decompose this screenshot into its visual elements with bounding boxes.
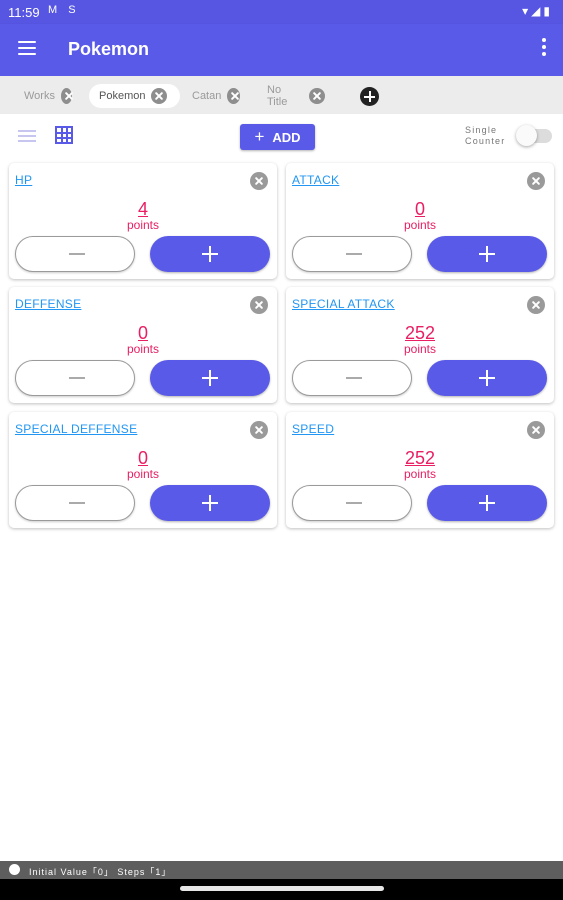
delete-counter-icon[interactable]	[250, 296, 268, 314]
tab-label: No Title	[267, 84, 288, 108]
increment-button[interactable]	[150, 485, 270, 521]
decrement-button[interactable]	[292, 485, 412, 521]
counter-card-attack: ATTACK 0 points	[286, 163, 554, 279]
delete-counter-icon[interactable]	[527, 296, 545, 314]
counter-unit: points	[403, 467, 437, 481]
gesture-handle[interactable]	[180, 886, 384, 891]
increment-button[interactable]	[427, 360, 547, 396]
initial-value-steps: Initial Value「0」 Steps「1」	[29, 867, 172, 877]
tab-label: Catan	[192, 90, 222, 102]
counter-card-deffense: DEFFENSE 0 points	[9, 287, 277, 403]
counter-card-special-deffense: SPECIAL DEFFENSE 0 points	[9, 412, 277, 528]
decrement-button[interactable]	[15, 485, 135, 521]
app-bar: Pokemon	[0, 24, 563, 76]
counter-name[interactable]: HP	[15, 173, 32, 187]
counter-value[interactable]: 4	[9, 199, 277, 219]
page-title: Pokemon	[68, 39, 150, 59]
delete-counter-icon[interactable]	[250, 172, 268, 190]
add-tab-icon[interactable]	[360, 87, 379, 106]
tab-catan[interactable]: Catan	[182, 84, 246, 108]
counter-card-hp: HP 4 points	[9, 163, 277, 279]
counter-value[interactable]: 0	[286, 199, 554, 219]
status-time: 11:59	[8, 5, 40, 20]
decrement-button[interactable]	[15, 360, 135, 396]
increment-button[interactable]	[150, 236, 270, 272]
tab-pokemon[interactable]: Pokemon	[89, 84, 180, 108]
close-tab-icon[interactable]	[60, 88, 72, 104]
single-counter-label-line2: Counter	[465, 136, 506, 146]
delete-counter-icon[interactable]	[250, 421, 268, 439]
add-counter-button[interactable]: + ADD	[240, 124, 315, 150]
counter-name[interactable]: ATTACK	[292, 173, 339, 187]
tab-works[interactable]: Works	[14, 84, 78, 108]
bottom-info-bar: Initial Value「0」 Steps「1」	[0, 861, 563, 879]
counter-value[interactable]: 0	[9, 448, 277, 468]
close-tab-icon[interactable]	[309, 88, 325, 104]
tab-label: Pokemon	[99, 90, 146, 102]
counter-value[interactable]: 252	[286, 323, 554, 343]
counter-unit: points	[126, 342, 160, 356]
counter-card-special-attack: SPECIAL ATTACK 252 points	[286, 287, 554, 403]
menu-icon[interactable]	[18, 41, 36, 55]
increment-button[interactable]	[427, 236, 547, 272]
single-counter-label-line1: Single	[465, 125, 498, 135]
delete-counter-icon[interactable]	[527, 172, 545, 190]
counter-name[interactable]: SPEED	[292, 422, 334, 436]
notification-icons: M S	[48, 4, 80, 16]
increment-button[interactable]	[150, 360, 270, 396]
toggle-knob	[516, 125, 537, 146]
plus-icon: +	[254, 127, 265, 146]
close-tab-icon[interactable]	[151, 88, 168, 104]
tab-label: Works	[24, 90, 55, 102]
more-options-icon[interactable]	[541, 38, 547, 58]
counter-unit: points	[403, 218, 437, 232]
counter-name[interactable]: DEFFENSE	[15, 297, 81, 311]
counter-name[interactable]: SPECIAL DEFFENSE	[15, 422, 137, 436]
grid-view-icon[interactable]	[55, 126, 73, 144]
list-view-icon[interactable]	[18, 130, 36, 144]
counter-value[interactable]: 0	[9, 323, 277, 343]
tab-bar: Works Pokemon Catan No Title	[0, 76, 563, 114]
navigation-bar	[0, 879, 563, 900]
single-counter-toggle[interactable]	[516, 125, 554, 147]
close-tab-icon[interactable]	[227, 88, 240, 104]
status-dot-icon	[9, 864, 20, 875]
counter-name[interactable]: SPECIAL ATTACK	[292, 297, 395, 311]
counter-value[interactable]: 252	[286, 448, 554, 468]
system-icons: ▾◢▮	[522, 4, 553, 18]
counter-card-speed: SPEED 252 points	[286, 412, 554, 528]
decrement-button[interactable]	[15, 236, 135, 272]
increment-button[interactable]	[427, 485, 547, 521]
counter-unit: points	[126, 467, 160, 481]
add-button-label: ADD	[272, 129, 301, 145]
decrement-button[interactable]	[292, 236, 412, 272]
counter-unit: points	[403, 342, 437, 356]
counter-unit: points	[126, 218, 160, 232]
single-counter-label: Single Counter	[465, 125, 505, 147]
status-bar: 11:59 M S ▾◢▮	[0, 0, 563, 24]
delete-counter-icon[interactable]	[527, 421, 545, 439]
decrement-button[interactable]	[292, 360, 412, 396]
tab-no-title[interactable]: No Title	[257, 84, 331, 108]
